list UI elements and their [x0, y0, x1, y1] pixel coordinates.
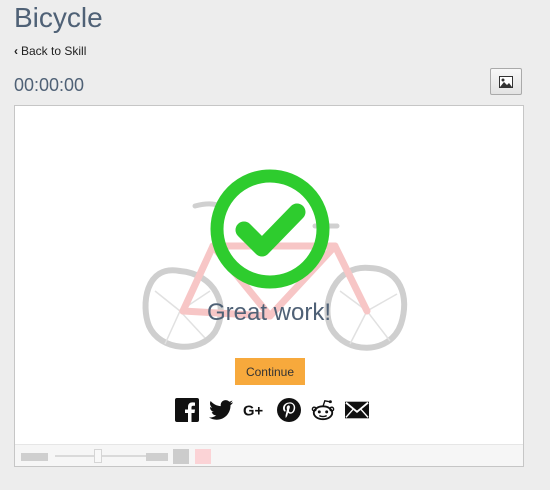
brush-size-small[interactable] [21, 453, 48, 461]
back-to-skill-link[interactable]: ‹ Back to Skill [14, 44, 86, 58]
drawing-toolbar [15, 444, 523, 466]
facebook-icon [175, 398, 199, 422]
pinterest-icon [277, 398, 301, 422]
pinterest-share-button[interactable] [277, 398, 301, 422]
svg-text:G+: G+ [243, 404, 263, 420]
google-plus-icon: G+ [243, 404, 263, 420]
page-title: Bicycle [14, 2, 103, 33]
brush-size-large[interactable] [146, 453, 168, 461]
chevron-left-icon: ‹ [14, 44, 18, 58]
email-share-button[interactable] [345, 398, 369, 422]
great-work-message: Great work! [206, 299, 332, 326]
size-slider-handle[interactable] [94, 449, 102, 463]
size-slider-track[interactable] [55, 455, 150, 457]
check-circle-icon [210, 169, 330, 289]
drawing-canvas[interactable]: Great work! Continue G+ [14, 105, 524, 467]
image-icon [499, 75, 513, 88]
continue-button[interactable]: Continue [235, 358, 305, 385]
reddit-icon [311, 399, 335, 421]
twitter-share-button[interactable] [209, 398, 233, 422]
email-icon [345, 401, 369, 419]
pink-color-swatch[interactable] [195, 449, 211, 464]
reddit-share-button[interactable] [311, 398, 335, 422]
share-bar: G+ [175, 398, 369, 422]
back-link-label: Back to Skill [21, 44, 87, 58]
gray-color-swatch[interactable] [173, 449, 189, 464]
timer: 00:00:00 [14, 75, 85, 95]
twitter-icon [209, 400, 233, 420]
google-plus-share-button[interactable]: G+ [243, 398, 267, 422]
image-button[interactable] [490, 68, 522, 95]
facebook-share-button[interactable] [175, 398, 199, 422]
